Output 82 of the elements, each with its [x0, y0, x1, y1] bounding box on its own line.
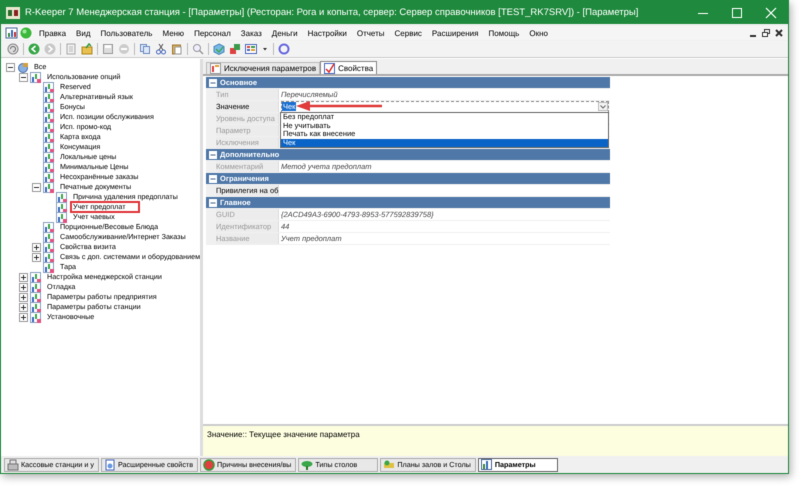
- parameter-icon: [30, 272, 42, 282]
- parameter-icon: [43, 182, 55, 192]
- parameter-icon: [43, 122, 55, 132]
- menu-item[interactable]: Правка: [39, 28, 66, 38]
- parameter-icon: [43, 152, 55, 162]
- collapse-icon[interactable]: [19, 72, 28, 82]
- refresh-icon[interactable]: [7, 43, 19, 55]
- menu-item[interactable]: Отчеты: [356, 28, 385, 38]
- menu-item[interactable]: Пользователь: [100, 28, 152, 38]
- parameter-icon: [43, 222, 55, 232]
- collapse-icon[interactable]: [209, 78, 217, 86]
- menu-item[interactable]: Помощь: [488, 28, 520, 38]
- menu-item[interactable]: Сервис: [394, 28, 422, 38]
- collapse-icon[interactable]: [209, 150, 217, 158]
- menu-item[interactable]: Расширения: [432, 28, 478, 38]
- parameter-icon: [43, 262, 55, 272]
- cash-register-icon: [7, 458, 19, 470]
- parameter-icon: [43, 252, 55, 262]
- expand-icon[interactable]: [19, 292, 28, 302]
- parameter-icon: [56, 202, 68, 212]
- expand-icon[interactable]: [19, 272, 28, 282]
- collapse-icon[interactable]: [32, 182, 41, 192]
- cube-icon[interactable]: [213, 43, 225, 55]
- menu-item[interactable]: Окно: [529, 28, 548, 38]
- exclusion-list-icon: [210, 63, 221, 74]
- menu-item[interactable]: Заказ: [240, 28, 262, 38]
- menu-item[interactable]: Настройки: [308, 28, 347, 38]
- parameter-icon: [30, 302, 42, 312]
- parameter-icon: [43, 132, 55, 142]
- menu-item[interactable]: Деньги: [272, 28, 298, 38]
- shapes-icon[interactable]: [229, 43, 241, 55]
- expand-icon[interactable]: [19, 312, 28, 322]
- app-logo-icon: [6, 6, 20, 18]
- search-icon[interactable]: [192, 43, 204, 55]
- floor-plan-icon: [383, 458, 396, 470]
- parameter-icon: [30, 312, 42, 322]
- window-title: R-Keeper 7 Менеджерская станция - [Параметры] (Ресторан: Рога и копыта, сервер: Сервер справочников [TEST_RK7SRV]) - [Параметры]: [25, 7, 638, 18]
- parameter-icon: [43, 232, 55, 242]
- paste-icon[interactable]: [171, 43, 183, 55]
- expand-icon[interactable]: [32, 242, 41, 252]
- collapse-icon[interactable]: [6, 62, 15, 72]
- restore-icon[interactable]: [761, 28, 771, 38]
- expand-icon[interactable]: [19, 302, 28, 312]
- chart-icon: [480, 458, 493, 470]
- parameter-icon: [43, 162, 55, 172]
- save-icon[interactable]: [102, 43, 114, 55]
- parameter-icon: [43, 112, 55, 122]
- chart-icon[interactable]: [5, 27, 18, 39]
- status-icon: [20, 27, 32, 39]
- grid-view-icon[interactable]: [245, 43, 257, 55]
- collapse-icon[interactable]: [209, 198, 217, 206]
- back-icon[interactable]: [28, 43, 40, 55]
- description-text: Значение:: Текущее значение параметра: [207, 430, 360, 439]
- ring-icon[interactable]: [278, 43, 290, 55]
- circle-icon: [203, 458, 216, 470]
- parameter-icon: [30, 282, 42, 292]
- parameter-icon: [43, 82, 55, 92]
- close-icon[interactable]: [774, 28, 784, 38]
- folder-icon[interactable]: [81, 43, 93, 55]
- checklist-icon: [324, 62, 336, 74]
- parameter-icon: [43, 142, 55, 152]
- globe-icon: [17, 62, 29, 72]
- document-icon: [104, 458, 116, 470]
- parameter-icon: [56, 212, 68, 222]
- parameter-icon: [30, 72, 42, 82]
- parameter-icon: [43, 172, 55, 182]
- menu-item[interactable]: Персонал: [194, 28, 231, 38]
- cut-icon[interactable]: [155, 43, 167, 55]
- tab[interactable]: Исключения параметров: [206, 62, 320, 74]
- table-icon: [301, 458, 314, 470]
- parameter-icon: [43, 92, 55, 102]
- collapse-icon[interactable]: [209, 174, 217, 182]
- menu-item[interactable]: Вид: [76, 28, 91, 38]
- parameter-icon: [30, 292, 42, 302]
- parameter-icon: [56, 192, 68, 202]
- copy-icon[interactable]: [139, 43, 151, 55]
- parameter-icon: [43, 102, 55, 112]
- tab[interactable]: Свойства: [320, 61, 378, 74]
- parameter-icon: [43, 242, 55, 252]
- expand-icon[interactable]: [19, 282, 28, 292]
- menu-item[interactable]: Меню: [162, 28, 184, 38]
- expand-icon[interactable]: [32, 252, 41, 262]
